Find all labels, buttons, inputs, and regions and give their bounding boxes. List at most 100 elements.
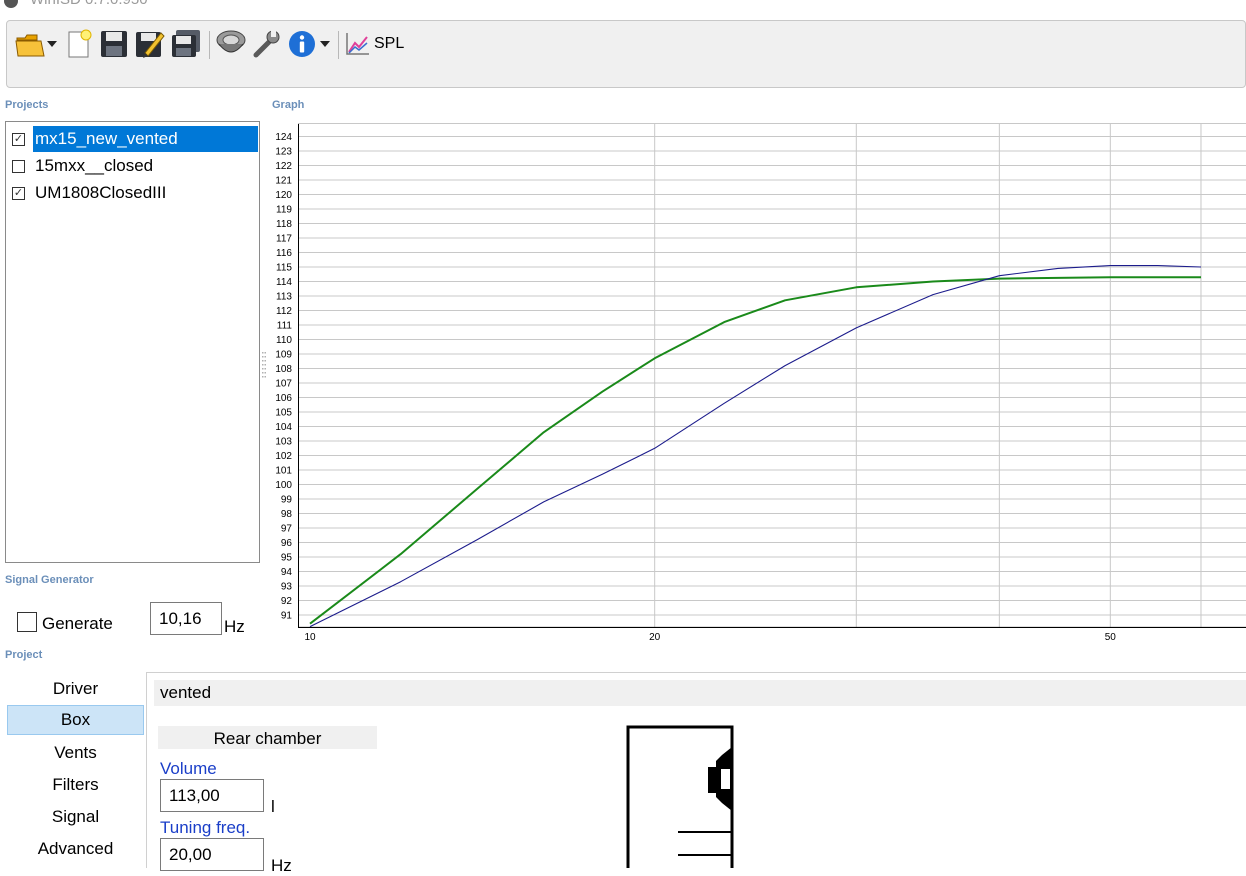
y-tick-label: 108 xyxy=(275,364,292,375)
y-tick-label: 115 xyxy=(276,263,292,274)
frequency-input[interactable]: 10,16 xyxy=(150,602,222,635)
y-tick-label: 118 xyxy=(276,219,292,230)
spl-plot[interactable] xyxy=(298,123,1246,628)
x-tick-label: 50 xyxy=(1105,632,1117,643)
info-icon xyxy=(288,30,316,58)
tuning-freq-unit: Hz xyxy=(271,856,292,876)
project-item[interactable]: 15mxx__closed xyxy=(12,153,258,179)
tab-filters[interactable]: Filters xyxy=(7,770,144,800)
project-checkbox[interactable]: ✓ xyxy=(12,187,25,200)
toolbar-separator xyxy=(209,31,210,59)
project-checkbox[interactable] xyxy=(12,160,25,173)
app-icon xyxy=(4,0,18,8)
spl-graph-button[interactable]: SPL xyxy=(344,29,414,59)
y-tick-label: 100 xyxy=(275,480,292,491)
toolbar: SPL xyxy=(6,20,1246,88)
tools-wrench-icon xyxy=(251,29,281,59)
toolbar-separator xyxy=(338,31,339,59)
dropdown-arrow-icon xyxy=(47,41,57,47)
open-project-button[interactable] xyxy=(15,29,45,59)
title-bar: WinISD 0.7.0.950 xyxy=(0,0,1246,10)
y-tick-label: 93 xyxy=(281,582,293,593)
y-tick-label: 111 xyxy=(277,321,293,332)
save-button[interactable] xyxy=(99,29,129,59)
y-tick-label: 109 xyxy=(275,350,292,361)
new-project-button[interactable] xyxy=(64,29,94,59)
spl-label: SPL xyxy=(374,35,404,53)
y-tick-label: 107 xyxy=(275,379,292,390)
tab-driver[interactable]: Driver xyxy=(7,674,144,704)
y-tick-label: 106 xyxy=(275,393,292,404)
y-tick-label: 94 xyxy=(281,567,293,578)
save-edit-icon xyxy=(135,29,165,59)
dropdown-arrow-icon xyxy=(320,41,330,47)
y-tick-label: 120 xyxy=(275,190,292,201)
about-dropdown-button[interactable] xyxy=(318,29,332,59)
y-tick-label: 99 xyxy=(281,495,293,506)
driver-icon xyxy=(708,747,732,811)
x-tick-label: 20 xyxy=(649,632,661,643)
y-tick-label: 91 xyxy=(281,611,293,622)
y-tick-label: 114 xyxy=(276,277,292,288)
generate-checkbox[interactable] xyxy=(17,612,37,632)
y-tick-label: 112 xyxy=(276,306,292,317)
project-name: UM1808ClosedIII xyxy=(33,180,258,206)
driver-icon xyxy=(215,30,247,58)
save-as-button[interactable] xyxy=(135,29,165,59)
tuning-freq-label: Tuning freq. xyxy=(160,818,250,838)
y-tick-label: 123 xyxy=(275,147,292,158)
y-tick-label: 119 xyxy=(276,205,292,216)
save-all-icon xyxy=(171,30,201,58)
project-checkbox[interactable]: ✓ xyxy=(12,133,25,146)
y-tick-label: 121 xyxy=(275,176,292,187)
graph-header: Graph xyxy=(272,99,304,111)
volume-input[interactable]: 113,00 xyxy=(160,779,264,812)
project-name: 15mxx__closed xyxy=(33,153,258,179)
y-tick-label: 110 xyxy=(276,335,292,346)
y-tick-label: 113 xyxy=(276,292,292,303)
rear-chamber-header: Rear chamber xyxy=(158,726,377,749)
y-tick-label: 103 xyxy=(275,437,292,448)
y-tick-label: 122 xyxy=(275,161,292,172)
y-tick-label: 97 xyxy=(281,524,293,535)
project-item[interactable]: ✓ UM1808ClosedIII xyxy=(12,180,258,206)
y-tick-label: 105 xyxy=(275,408,292,419)
tools-button[interactable] xyxy=(251,29,281,59)
about-button[interactable] xyxy=(287,29,317,59)
tab-advanced[interactable]: Advanced xyxy=(7,834,144,864)
x-tick-label: 10 xyxy=(304,632,316,643)
series-line-1 xyxy=(310,266,1201,627)
save-icon xyxy=(100,30,128,58)
x-axis-labels: 10 20 50 xyxy=(298,628,1246,644)
project-name: mx15_new_vented xyxy=(33,126,258,152)
projects-list[interactable]: ✓ mx15_new_vented 15mxx__closed ✓ UM1808… xyxy=(5,121,260,563)
save-all-button[interactable] xyxy=(171,29,201,59)
y-tick-label: 117 xyxy=(276,234,292,245)
tab-signal[interactable]: Signal xyxy=(7,802,144,832)
box-diagram xyxy=(626,725,738,868)
driver-editor-button[interactable] xyxy=(215,29,247,59)
y-axis-labels: 9192939495969798991001011021031041051061… xyxy=(266,123,298,628)
tab-box[interactable]: Box xyxy=(7,705,144,735)
y-tick-label: 98 xyxy=(281,509,293,520)
y-tick-label: 104 xyxy=(275,422,292,433)
project-header: Project xyxy=(5,649,42,661)
y-tick-label: 101 xyxy=(275,466,292,477)
y-tick-label: 96 xyxy=(281,538,293,549)
project-item[interactable]: ✓ mx15_new_vented xyxy=(12,126,258,152)
y-tick-label: 124 xyxy=(275,132,292,143)
tab-vents[interactable]: Vents xyxy=(7,738,144,768)
box-type-combo[interactable]: vented xyxy=(154,680,1246,706)
y-tick-label: 95 xyxy=(281,553,293,564)
projects-header: Projects xyxy=(5,99,48,111)
generate-label: Generate xyxy=(42,614,113,634)
tuning-freq-input[interactable]: 20,00 xyxy=(160,838,264,871)
open-dropdown-button[interactable] xyxy=(45,29,59,59)
frequency-unit: Hz xyxy=(224,617,245,637)
volume-unit: l xyxy=(271,797,275,817)
open-folder-icon xyxy=(15,30,45,58)
new-project-icon xyxy=(66,29,92,59)
signal-generator-header: Signal Generator xyxy=(5,574,94,586)
volume-label: Volume xyxy=(160,759,217,779)
window-title: WinISD 0.7.0.950 xyxy=(30,0,148,8)
